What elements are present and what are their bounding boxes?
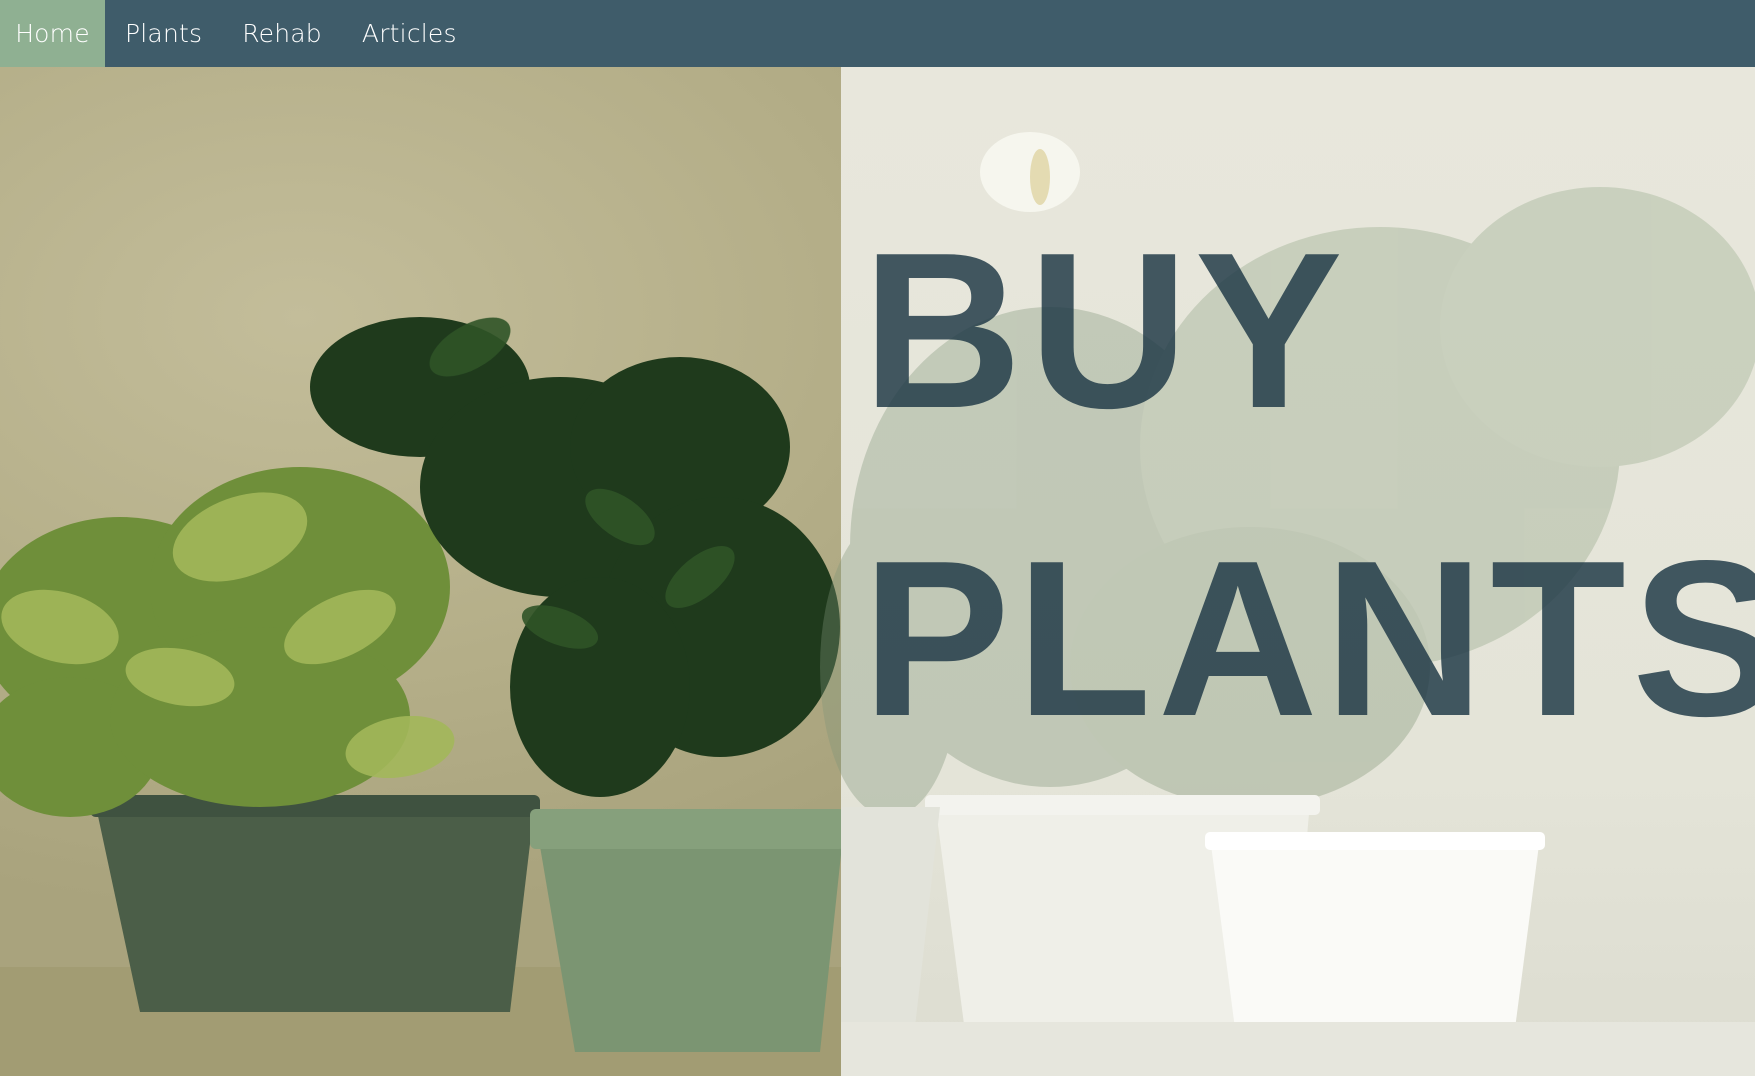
nav-plants-link[interactable]: Plants (105, 0, 222, 67)
headline-line-plants: PLANTS (862, 515, 1755, 763)
top-nav: Home Plants Rehab Articles (0, 0, 1755, 67)
hero-section: BUY PLANTS (0, 67, 1755, 1076)
nav-rehab-link[interactable]: Rehab (222, 0, 342, 67)
hero-headline: BUY PLANTS (862, 177, 1755, 793)
headline-line-buy: BUY (862, 207, 1349, 455)
nav-home-link[interactable]: Home (0, 0, 105, 67)
nav-articles-link[interactable]: Articles (342, 0, 477, 67)
